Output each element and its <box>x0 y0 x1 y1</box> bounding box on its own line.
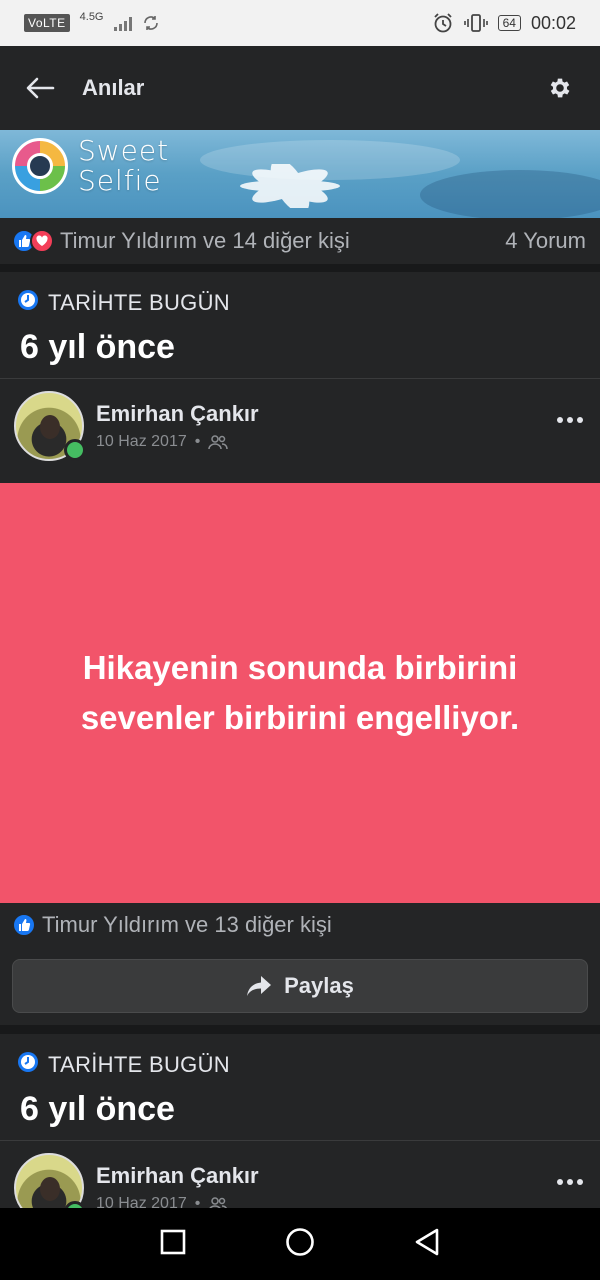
post-date[interactable]: 10 Haz 2017 <box>96 433 187 451</box>
post-date[interactable]: 10 Haz 2017 <box>96 1195 187 1208</box>
gear-icon <box>550 78 570 98</box>
page-title: Anılar <box>82 75 145 100</box>
clock-time: 00:02 <box>530 12 576 33</box>
home-button[interactable] <box>285 1227 315 1262</box>
post-author[interactable]: Emirhan Çankır <box>96 1163 259 1189</box>
arrow-left-icon <box>26 77 55 99</box>
memory-label: TARİHTE BUGÜN <box>48 290 230 315</box>
memory-header: TARİHTE BUGÜN 6 yıl önce <box>0 1034 600 1140</box>
clock-icon <box>16 1050 40 1080</box>
meta-separator: • <box>194 433 201 450</box>
vibrate-icon <box>463 14 488 32</box>
share-label: Paylaş <box>284 973 354 998</box>
love-icon <box>30 229 54 253</box>
signal-icon <box>113 15 132 31</box>
system-nav-bar <box>0 1208 600 1280</box>
more-horizontal-icon <box>557 1179 583 1185</box>
memory-title: 6 yıl önce <box>20 1090 175 1128</box>
square-icon <box>160 1229 185 1254</box>
share-section: Paylaş <box>0 947 600 1025</box>
battery-indicator: 64 <box>497 15 521 31</box>
comments-count[interactable]: 4 Yorum <box>505 228 586 254</box>
post-author[interactable]: Emirhan Çankır <box>96 401 259 427</box>
clock-icon <box>16 288 40 318</box>
like-icon <box>12 913 36 937</box>
online-indicator <box>64 439 86 461</box>
network-type: 4.5G <box>79 11 104 23</box>
back-button[interactable] <box>24 72 56 104</box>
avatar[interactable] <box>14 391 86 461</box>
post-image-banner[interactable]: Sweet Selfie <box>0 130 600 218</box>
likes-summary[interactable]: Timur Yıldırım ve 13 diğer kişi <box>42 912 332 938</box>
status-text: Hikayenin sonunda birbirini sevenler bir… <box>80 649 520 736</box>
sync-icon <box>143 16 158 30</box>
app-logo <box>12 138 68 194</box>
status-bar: VoLTE 4.5G 64 00:02 <box>0 0 600 46</box>
triangle-back-icon <box>416 1228 439 1255</box>
share-button[interactable]: Paylaş <box>12 959 588 1013</box>
app-bar: Anılar <box>0 46 600 130</box>
status-post-body[interactable]: Hikayenin sonunda birbirini sevenler bir… <box>0 483 600 903</box>
post-header: Emirhan Çankır 10 Haz 2017 • <box>0 379 600 483</box>
avatar[interactable] <box>14 1153 86 1208</box>
post-header: Emirhan Çankır 10 Haz 2017 • <box>0 1141 600 1208</box>
memory-label: TARİHTE BUGÜN <box>48 1052 230 1077</box>
settings-button[interactable] <box>544 72 576 104</box>
volte-indicator: VoLTE <box>24 14 70 32</box>
reactions-summary[interactable]: Timur Yıldırım ve 14 diğer kişi <box>60 228 350 254</box>
friends-icon <box>209 1197 228 1208</box>
top-post-reactions[interactable]: Timur Yıldırım ve 14 diğer kişi 4 Yorum <box>0 218 600 264</box>
more-horizontal-icon <box>557 417 583 423</box>
banner-brand: Sweet Selfie <box>78 134 170 197</box>
memory-header: TARİHTE BUGÜN 6 yıl önce <box>0 272 600 378</box>
meta-separator: • <box>194 1195 201 1208</box>
flower-decoration <box>240 164 340 208</box>
reaction-icons <box>12 229 54 253</box>
online-indicator <box>64 1201 86 1208</box>
recents-button[interactable] <box>160 1229 186 1260</box>
circle-icon <box>286 1227 314 1256</box>
post-reactions[interactable]: Timur Yıldırım ve 13 diğer kişi <box>0 903 600 947</box>
more-options-button[interactable] <box>556 1173 584 1191</box>
more-options-button[interactable] <box>556 411 584 429</box>
system-back-button[interactable] <box>414 1228 440 1261</box>
alarm-icon <box>433 13 452 33</box>
friends-icon <box>208 435 229 450</box>
share-arrow-icon <box>247 976 272 996</box>
memory-title: 6 yıl önce <box>20 328 175 366</box>
